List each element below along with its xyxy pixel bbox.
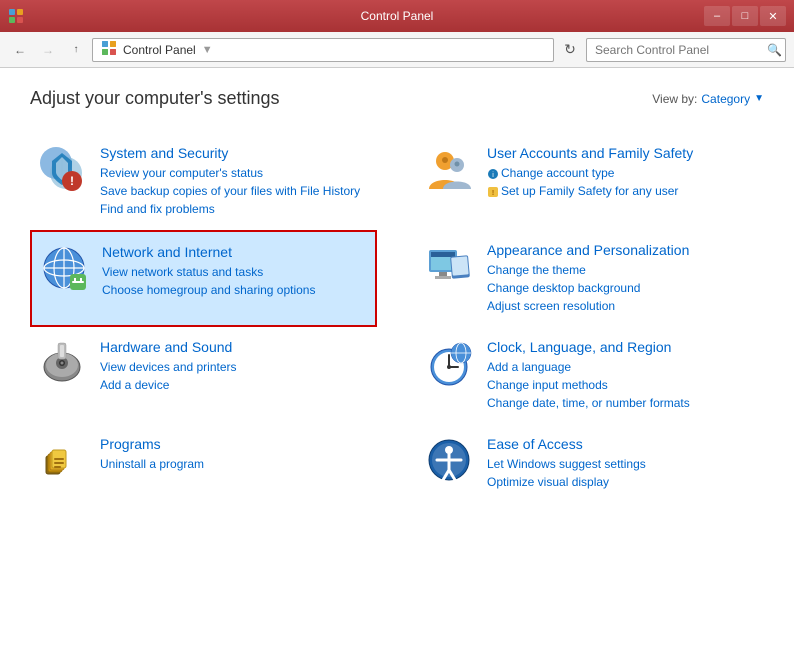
ease-access-text: Ease of Access Let Windows suggest setti… bbox=[487, 436, 756, 491]
user-accounts-name[interactable]: User Accounts and Family Safety bbox=[487, 145, 756, 161]
clock-language-icon bbox=[425, 339, 473, 387]
programs-link-1[interactable]: Uninstall a program bbox=[100, 455, 369, 473]
categories-grid: ! System and Security Review your comput… bbox=[30, 133, 764, 503]
programs-icon bbox=[38, 436, 86, 484]
clock-language-link-1[interactable]: Add a language bbox=[487, 358, 756, 376]
category-hardware-sound[interactable]: Hardware and Sound View devices and prin… bbox=[30, 327, 377, 424]
svg-text:!: ! bbox=[70, 174, 74, 188]
ease-access-icon bbox=[425, 436, 473, 484]
appearance-link-1[interactable]: Change the theme bbox=[487, 261, 756, 279]
category-system-security[interactable]: ! System and Security Review your comput… bbox=[30, 133, 377, 230]
programs-name[interactable]: Programs bbox=[100, 436, 369, 452]
system-security-icon: ! bbox=[38, 145, 86, 193]
forward-button[interactable]: → bbox=[36, 38, 60, 62]
maximize-button[interactable]: □ bbox=[732, 6, 758, 26]
category-user-accounts[interactable]: User Accounts and Family Safety iChange … bbox=[417, 133, 764, 230]
network-internet-name[interactable]: Network and Internet bbox=[102, 244, 367, 260]
appearance-icon bbox=[425, 242, 473, 290]
hardware-sound-icon bbox=[38, 339, 86, 387]
clock-language-text: Clock, Language, and Region Add a langua… bbox=[487, 339, 756, 412]
path-text: Control Panel bbox=[123, 43, 196, 57]
view-by-option[interactable]: Category bbox=[701, 92, 750, 106]
ease-access-name[interactable]: Ease of Access bbox=[487, 436, 756, 452]
ease-access-link-2[interactable]: Optimize visual display bbox=[487, 473, 756, 491]
address-bar: ← → ↑ Control Panel ▼ ↻ 🔍 bbox=[0, 32, 794, 68]
hardware-sound-text: Hardware and Sound View devices and prin… bbox=[100, 339, 369, 394]
hardware-sound-name[interactable]: Hardware and Sound bbox=[100, 339, 369, 355]
user-accounts-link-1[interactable]: iChange account type bbox=[487, 164, 756, 182]
ease-access-link-1[interactable]: Let Windows suggest settings bbox=[487, 455, 756, 473]
title-bar-title: Control Panel bbox=[0, 9, 794, 23]
search-button[interactable]: 🔍 bbox=[767, 43, 782, 57]
title-bar: Control Panel – □ ✕ bbox=[0, 0, 794, 32]
network-internet-link-2[interactable]: Choose homegroup and sharing options bbox=[102, 281, 367, 299]
path-icon bbox=[101, 40, 117, 59]
dropdown-arrow: ▼ bbox=[202, 44, 213, 56]
appearance-link-2[interactable]: Change desktop background bbox=[487, 279, 756, 297]
appearance-name[interactable]: Appearance and Personalization bbox=[487, 242, 756, 258]
title-bar-controls: – □ ✕ bbox=[704, 6, 786, 26]
programs-text: Programs Uninstall a program bbox=[100, 436, 369, 473]
clock-language-name[interactable]: Clock, Language, and Region bbox=[487, 339, 756, 355]
main-content: Adjust your computer's settings View by:… bbox=[0, 68, 794, 667]
chevron-down-icon: ▼ bbox=[754, 93, 764, 104]
system-security-name[interactable]: System and Security bbox=[100, 145, 369, 161]
network-internet-text: Network and Internet View network status… bbox=[102, 244, 367, 299]
category-ease-access[interactable]: Ease of Access Let Windows suggest setti… bbox=[417, 424, 764, 503]
system-security-link-2[interactable]: Save backup copies of your files with Fi… bbox=[100, 182, 369, 200]
address-path[interactable]: Control Panel ▼ bbox=[92, 38, 554, 62]
back-button[interactable]: ← bbox=[8, 38, 32, 62]
appearance-text: Appearance and Personalization Change th… bbox=[487, 242, 756, 315]
category-programs[interactable]: Programs Uninstall a program bbox=[30, 424, 377, 503]
user-accounts-text: User Accounts and Family Safety iChange … bbox=[487, 145, 756, 200]
network-internet-link-1[interactable]: View network status and tasks bbox=[102, 263, 367, 281]
appearance-link-3[interactable]: Adjust screen resolution bbox=[487, 297, 756, 315]
view-by: View by: Category ▼ bbox=[652, 92, 764, 106]
up-button[interactable]: ↑ bbox=[64, 38, 88, 62]
hardware-sound-link-2[interactable]: Add a device bbox=[100, 376, 369, 394]
category-appearance[interactable]: Appearance and Personalization Change th… bbox=[417, 230, 764, 327]
title-bar-left bbox=[8, 8, 24, 24]
system-security-link-3[interactable]: Find and fix problems bbox=[100, 200, 369, 218]
hardware-sound-link-1[interactable]: View devices and printers bbox=[100, 358, 369, 376]
refresh-button[interactable]: ↻ bbox=[558, 38, 582, 62]
view-by-label: View by: bbox=[652, 92, 697, 106]
user-accounts-link-2[interactable]: !Set up Family Safety for any user bbox=[487, 182, 756, 200]
control-panel-icon bbox=[8, 8, 24, 24]
close-button[interactable]: ✕ bbox=[760, 6, 786, 26]
category-network-internet[interactable]: Network and Internet View network status… bbox=[30, 230, 377, 327]
search-input[interactable] bbox=[586, 38, 786, 62]
user-accounts-icon bbox=[425, 145, 473, 193]
clock-language-link-3[interactable]: Change date, time, or number formats bbox=[487, 394, 756, 412]
category-clock-language[interactable]: Clock, Language, and Region Add a langua… bbox=[417, 327, 764, 424]
page-title: Adjust your computer's settings bbox=[30, 88, 280, 109]
minimize-button[interactable]: – bbox=[704, 6, 730, 26]
svg-text:!: ! bbox=[492, 190, 494, 197]
system-security-text: System and Security Review your computer… bbox=[100, 145, 369, 218]
network-internet-icon bbox=[40, 244, 88, 292]
search-wrapper: 🔍 bbox=[586, 38, 786, 62]
system-security-link-1[interactable]: Review your computer's status bbox=[100, 164, 369, 182]
page-header: Adjust your computer's settings View by:… bbox=[30, 88, 764, 109]
clock-language-link-2[interactable]: Change input methods bbox=[487, 376, 756, 394]
